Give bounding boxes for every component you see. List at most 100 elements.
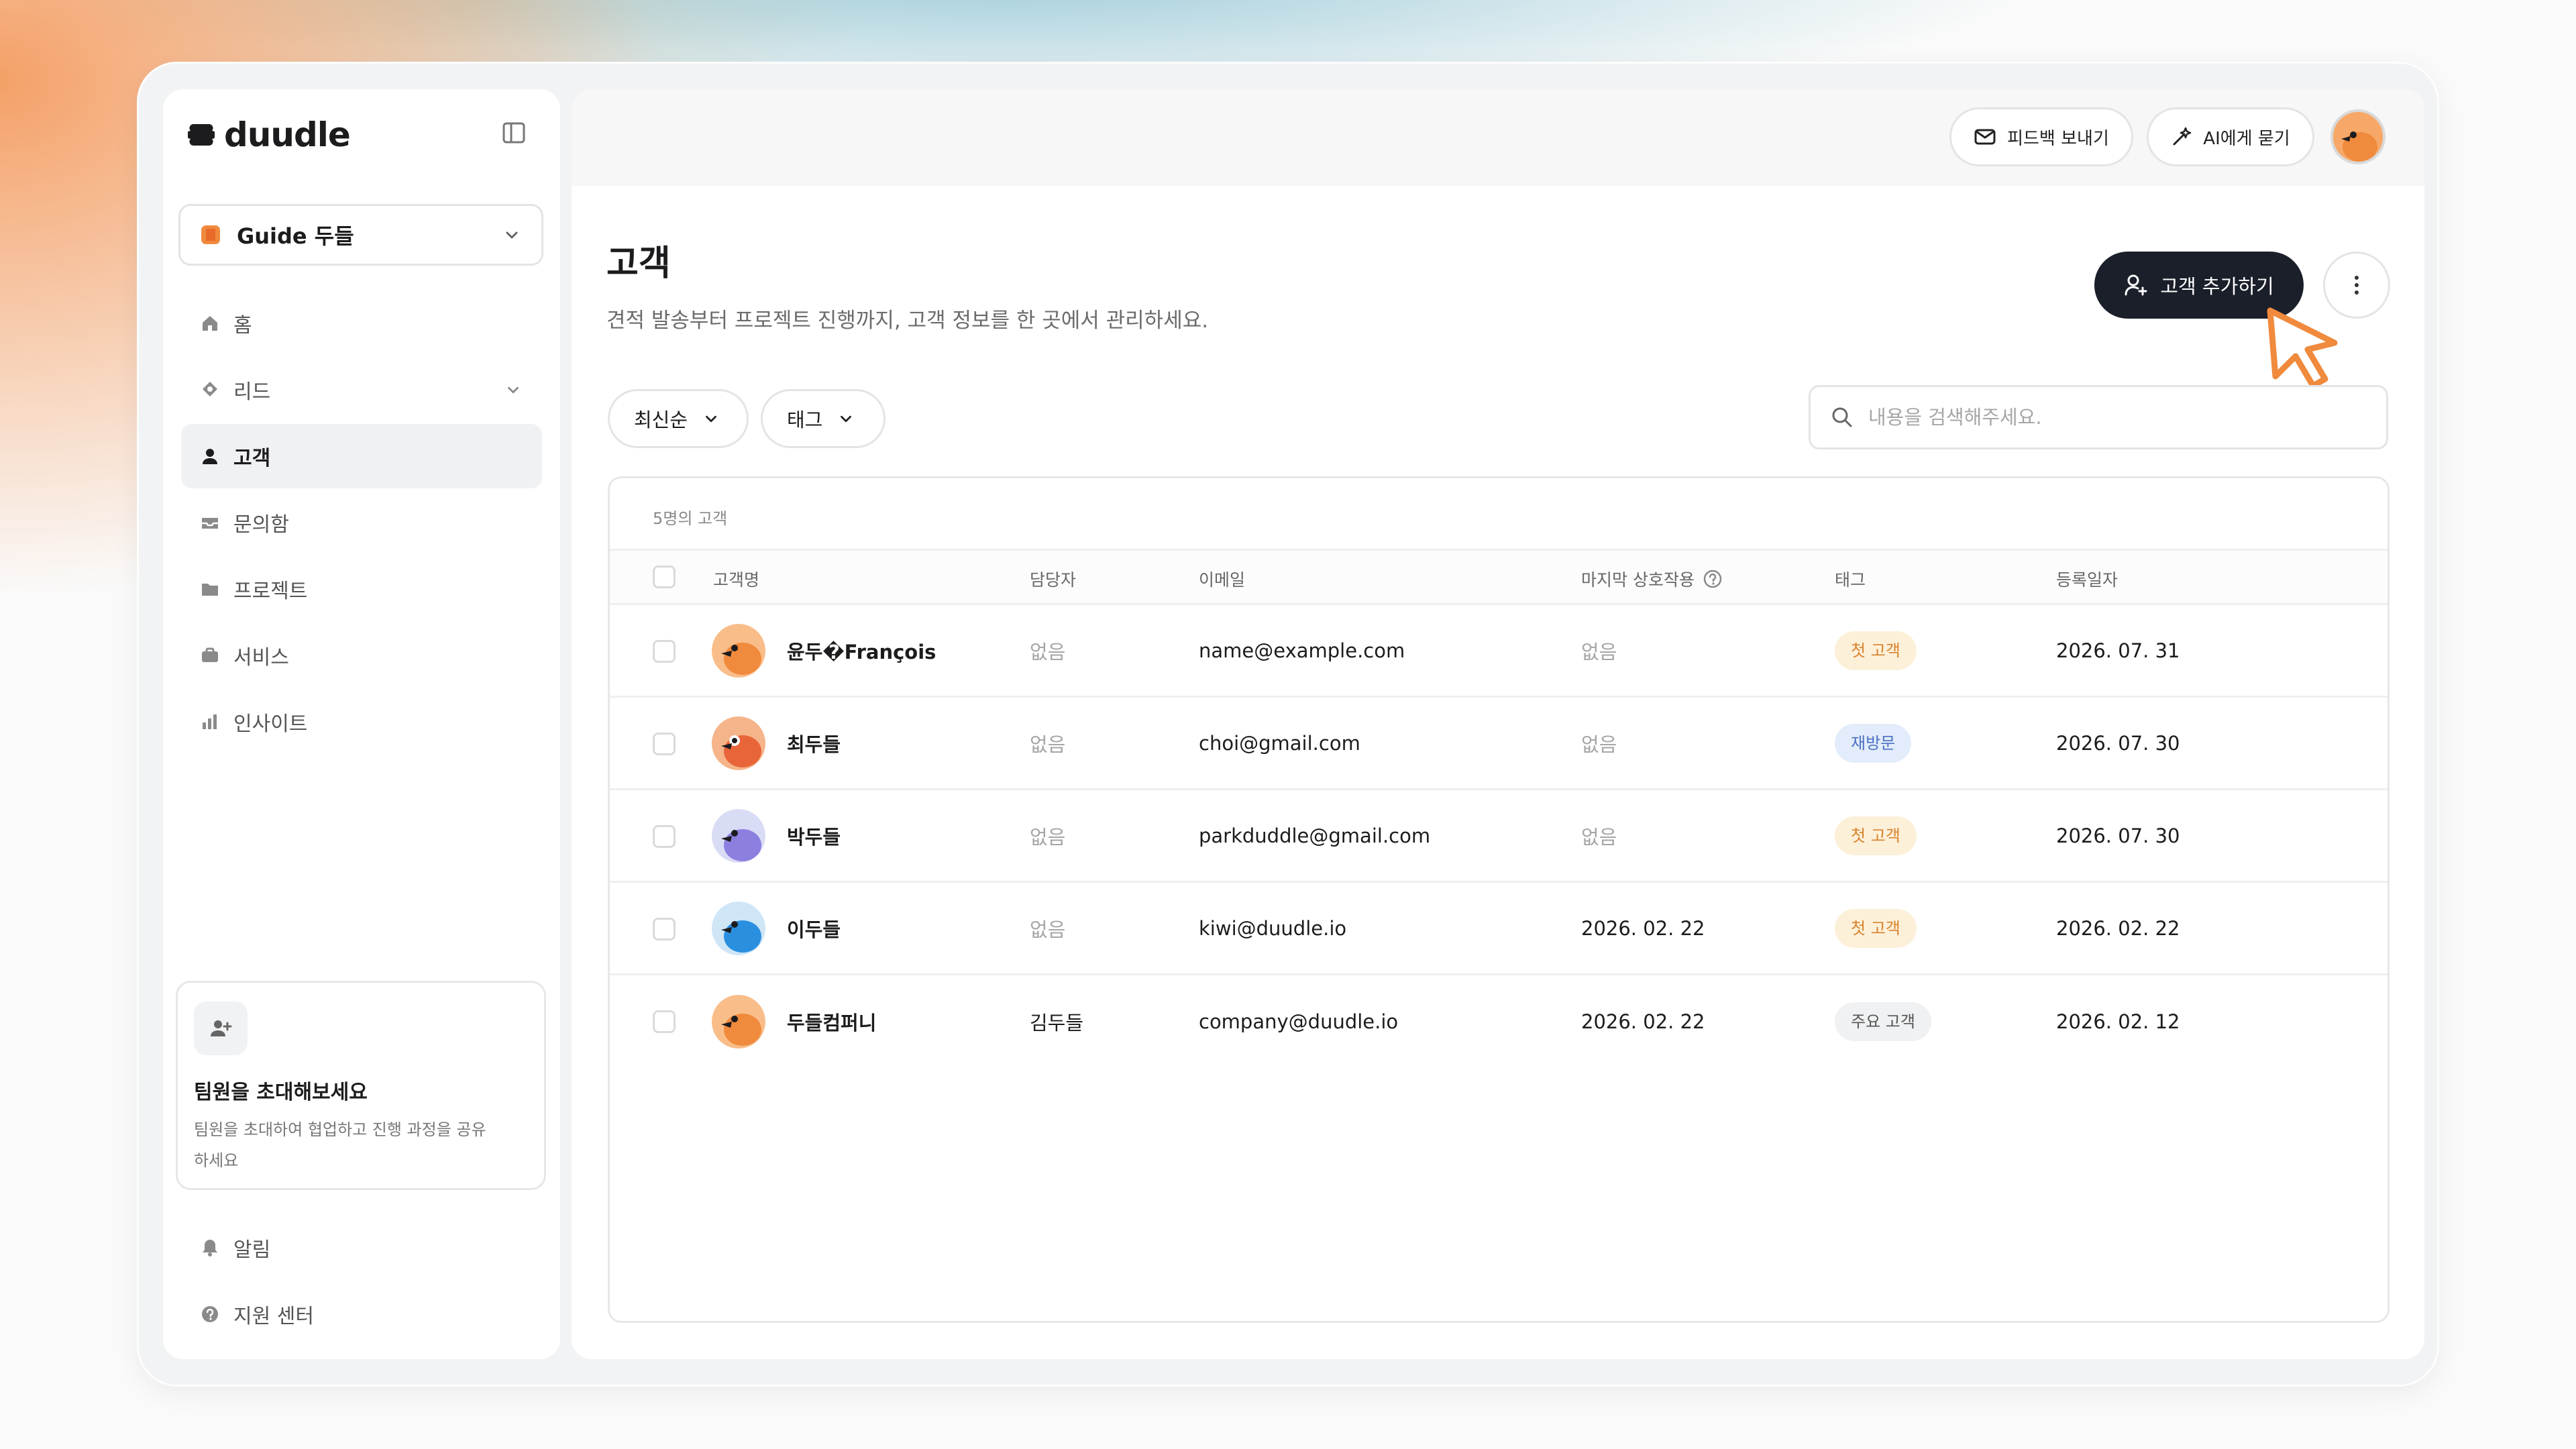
tag-badge[interactable]: 첫 고객 — [1835, 908, 1917, 948]
table-row[interactable]: 이두들 없음 kiwi@duudle.io 2026. 02. 22 첫 고객 … — [610, 883, 2387, 975]
column-header-name[interactable]: 고객명 — [713, 567, 759, 591]
column-header-manager[interactable]: 담당자 — [1030, 567, 1076, 591]
last-interaction: 없음 — [1581, 733, 1617, 756]
last-interaction: 없음 — [1581, 640, 1617, 663]
table-row[interactable]: 윤두�François 없음 name@example.com 없음 첫 고객 … — [610, 605, 2387, 698]
sidebar-toggle-icon[interactable] — [502, 121, 526, 145]
email: company@duudle.io — [1199, 1010, 1399, 1033]
sidebar-item-label: 서비스 — [233, 646, 289, 669]
column-header-registered-date[interactable]: 등록일자 — [2056, 567, 2118, 591]
workspace-name: Guide 두들 — [237, 223, 354, 249]
customer-name[interactable]: 두들컴퍼니 — [787, 1008, 876, 1036]
help-circle-icon[interactable] — [1703, 569, 1723, 589]
customer-name[interactable]: 박두들 — [787, 822, 841, 850]
sidebar-item-customers[interactable]: 고객 — [181, 424, 542, 488]
tag-dropdown[interactable]: 태그 — [761, 389, 885, 448]
row-checkbox[interactable] — [653, 1010, 676, 1033]
workspace-select[interactable]: Guide 두들 — [178, 204, 543, 266]
column-header-email[interactable]: 이메일 — [1199, 567, 1245, 591]
search-box[interactable] — [1809, 385, 2388, 449]
sidebar-item-label: 알림 — [233, 1238, 271, 1262]
sidebar-item-label: 지원 센터 — [233, 1305, 314, 1328]
mail-icon — [1974, 125, 1996, 148]
table-row[interactable]: 박두들 없음 parkduddle@gmail.com 없음 첫 고객 2026… — [610, 790, 2387, 883]
table-header: 고객명 담당자 이메일 마지막 상호작용 태그 등록일자 — [610, 549, 2387, 605]
tag-badge[interactable]: 첫 고객 — [1835, 816, 1917, 855]
bird-avatar-icon — [712, 808, 765, 863]
folder-icon — [200, 579, 220, 599]
table-row[interactable]: 두들컴퍼니 김두들 company@duudle.io 2026. 02. 22… — [610, 975, 2387, 1068]
sidebar-item-home[interactable]: 홈 — [181, 291, 542, 356]
sidebar-item-inbox[interactable]: 문의함 — [181, 490, 542, 555]
sidebar-item-projects[interactable]: 프로젝트 — [181, 557, 542, 621]
column-header-tag[interactable]: 태그 — [1835, 567, 1866, 591]
registered-date: 2026. 07. 30 — [2056, 824, 2180, 847]
customer-name[interactable]: 윤두�François — [787, 637, 936, 665]
tag-badge[interactable]: 재방문 — [1835, 723, 1912, 763]
pointer-cursor-icon — [2262, 305, 2349, 395]
bird-avatar-icon — [712, 716, 765, 770]
customer-name[interactable]: 최두들 — [787, 729, 841, 757]
registered-date: 2026. 07. 30 — [2056, 731, 2180, 755]
logo[interactable]: duudle — [188, 115, 351, 154]
lead-icon — [200, 380, 220, 400]
tag-badge[interactable]: 주요 고객 — [1835, 1002, 1931, 1041]
feedback-button[interactable]: 피드백 보내기 — [1949, 107, 2133, 166]
sidebar-item-label: 인사이트 — [233, 712, 308, 736]
sidebar-item-label: 리드 — [233, 380, 271, 404]
row-checkbox[interactable] — [653, 733, 676, 755]
column-header-last-interaction[interactable]: 마지막 상호작용 — [1581, 567, 1723, 591]
email: name@example.com — [1199, 639, 1405, 662]
table-row[interactable]: 최두들 없음 choi@gmail.com 없음 재방문 2026. 07. 3… — [610, 698, 2387, 790]
manager: 없음 — [1030, 825, 1066, 849]
chevron-down-icon — [502, 225, 521, 244]
search-icon — [1831, 406, 1854, 429]
bird-avatar-icon — [712, 623, 765, 678]
add-user-icon — [2124, 273, 2148, 297]
sidebar-item-label: 고객 — [233, 447, 271, 470]
sidebar-item-notifications[interactable]: 알림 — [181, 1216, 542, 1280]
inbox-icon — [200, 513, 220, 533]
manager: 없음 — [1030, 640, 1066, 663]
duudle-logo-icon — [188, 121, 215, 148]
row-checkbox[interactable] — [653, 918, 676, 941]
sidebar-item-help-center[interactable]: 지원 센터 — [181, 1282, 542, 1346]
sidebar-item-insights[interactable]: 인사이트 — [181, 690, 542, 754]
select-all-checkbox[interactable] — [653, 566, 676, 588]
bird-avatar-icon — [712, 995, 765, 1049]
registered-date: 2026. 02. 22 — [2056, 916, 2180, 940]
chevron-down-icon[interactable] — [504, 381, 522, 398]
more-vertical-icon — [2353, 273, 2361, 297]
customer-count: 5명의 고객 — [653, 509, 728, 528]
customer-table: 5명의 고객 고객명 담당자 이메일 마지막 상호작용 태그 등록일자 윤두�F… — [608, 476, 2390, 1323]
ask-ai-button[interactable]: AI에게 묻기 — [2147, 107, 2314, 166]
tag-badge[interactable]: 첫 고객 — [1835, 631, 1917, 670]
sparkle-wand-icon — [2171, 126, 2192, 148]
row-checkbox[interactable] — [653, 825, 676, 848]
add-customer-label: 고객 추가하기 — [2160, 275, 2274, 298]
manager: 없음 — [1030, 918, 1066, 941]
user-avatar[interactable] — [2330, 109, 2385, 164]
manager: 김두들 — [1030, 1012, 1084, 1034]
search-input[interactable] — [1867, 405, 2379, 429]
invite-card[interactable]: 팀원을 초대해보세요 팀원을 초대하여 협업하고 진행 과정을 공유하세요 — [176, 981, 546, 1190]
sort-label: 최신순 — [634, 409, 688, 431]
last-interaction: 없음 — [1581, 825, 1617, 849]
customer-name[interactable]: 이두들 — [787, 914, 841, 943]
last-interaction: 2026. 02. 22 — [1581, 916, 1705, 940]
logo-text: duudle — [224, 115, 351, 154]
sort-dropdown[interactable]: 최신순 — [608, 389, 749, 448]
tag-filter-label: 태그 — [787, 409, 823, 431]
email: kiwi@duudle.io — [1199, 916, 1347, 940]
person-icon — [200, 446, 220, 466]
row-checkbox[interactable] — [653, 640, 676, 663]
page-description: 견적 발송부터 프로젝트 진행까지, 고객 정보를 한 곳에서 관리하세요. — [606, 309, 1209, 333]
bird-avatar-icon — [2333, 112, 2383, 162]
registered-date: 2026. 07. 31 — [2056, 639, 2180, 662]
sidebar-item-services[interactable]: 서비스 — [181, 623, 542, 688]
invite-description: 팀원을 초대하여 협업하고 진행 과정을 공유하세요 — [194, 1120, 486, 1170]
email: choi@gmail.com — [1199, 731, 1360, 755]
invite-title: 팀원을 초대해보세요 — [194, 1081, 368, 1104]
sidebar-item-leads[interactable]: 리드 — [181, 358, 542, 422]
manager: 없음 — [1030, 733, 1066, 756]
